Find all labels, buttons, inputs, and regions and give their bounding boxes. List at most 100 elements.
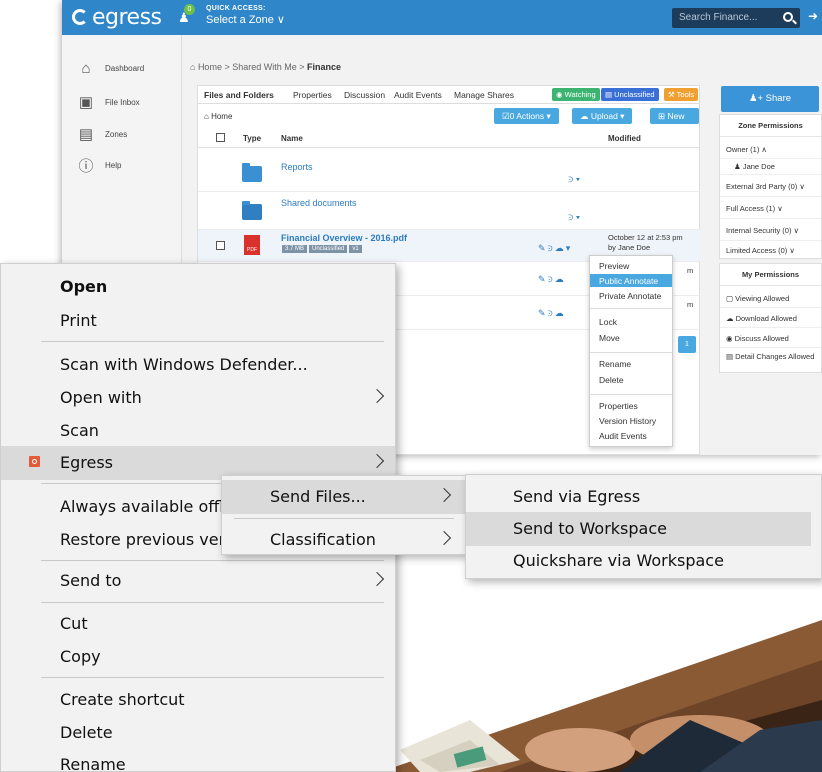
column-name: Name (281, 134, 303, 143)
zone-permissions: Zone Permissions Owner (1) ∧ ♟ Jane Doe … (719, 114, 822, 259)
row-actions[interactable]: ✎⪾☁ (538, 274, 566, 285)
egress-logo[interactable]: egress (72, 5, 162, 30)
menu-item-scan[interactable]: Scan (1, 414, 395, 448)
menu-item-preview[interactable]: Preview (590, 259, 672, 272)
chevron-right-icon (369, 571, 385, 587)
menu-item-create-shortcut[interactable]: Create shortcut (1, 683, 395, 717)
menu-divider (590, 352, 672, 353)
table-row[interactable]: Reports ⪾ ▾ (198, 156, 701, 192)
quick-access-select[interactable]: Select a Zone ∨ (206, 13, 285, 26)
tools-tag[interactable]: ⚒ Tools (664, 88, 699, 101)
select-all-checkbox[interactable] (216, 133, 225, 142)
share-button[interactable]: ♟+ Share (721, 86, 819, 112)
tab-properties[interactable]: Properties (293, 90, 332, 100)
permission-external[interactable]: External 3rd Party (0) ∨ (720, 175, 821, 197)
send-files-submenu: Send via Egress Send to Workspace Quicks… (465, 474, 822, 579)
table-row[interactable]: Shared documents ⪾ ▾ (198, 192, 701, 230)
menu-divider (41, 677, 384, 678)
watching-tag[interactable]: ◉ Watching (552, 88, 600, 101)
sidebar-item-file-inbox[interactable]: ▣ File Inbox (77, 93, 140, 115)
tab-manage-shares[interactable]: Manage Shares (454, 90, 514, 100)
shared-folder-icon (242, 201, 262, 220)
chevron-right-icon (436, 487, 452, 503)
search-input[interactable]: Search Finance... (672, 8, 800, 28)
menu-item-audit-events[interactable]: Audit Events (590, 429, 672, 442)
menu-divider (41, 602, 384, 603)
toolbar: ⌂ Home ☑0 Actions ▾ ☁ Upload ▾ ⊞ New ▾ (198, 104, 699, 132)
permission-limited-access[interactable]: Limited Access (0) ∨ (720, 241, 821, 260)
file-name[interactable]: Shared documents (281, 198, 357, 208)
page-1-button[interactable]: 1 (678, 336, 696, 353)
menu-item-private-annotate[interactable]: Private Annotate (590, 289, 672, 302)
menu-item-copy[interactable]: Copy (1, 640, 395, 674)
menu-divider (590, 394, 672, 395)
permission-user: ♟ Jane Doe (720, 159, 821, 175)
menu-item-quickshare-via-workspace[interactable]: Quickshare via Workspace (466, 544, 811, 578)
menu-item-send-via-egress[interactable]: Send via Egress (466, 480, 811, 514)
sidebar-item-help[interactable]: ⓘ Help (77, 155, 121, 177)
egress-submenu: Send Files... Classification (221, 475, 466, 555)
classification-tag[interactable]: ▤ Unclassified (601, 88, 659, 101)
menu-divider (234, 518, 454, 519)
info-icon: ⓘ (78, 158, 94, 175)
menu-item-send-to-workspace[interactable]: Send to Workspace (466, 512, 811, 546)
menu-item-send-files[interactable]: Send Files... (222, 480, 465, 514)
home-link[interactable]: ⌂ Home (204, 112, 232, 121)
permission-internal-security[interactable]: Internal Security (0) ∨ (720, 219, 821, 241)
viewing-allowed: ▢ Viewing Allowed (720, 288, 821, 308)
folder-icon (242, 163, 262, 182)
search-icon[interactable] (783, 12, 793, 22)
briefcase-icon: ▤ (78, 126, 94, 143)
menu-item-lock[interactable]: Lock (590, 315, 672, 328)
my-permissions-title: My Permissions (720, 264, 821, 286)
menu-item-scan-defender[interactable]: Scan with Windows Defender... (1, 348, 395, 382)
menu-item-rename[interactable]: Rename (1, 748, 395, 771)
menu-item-classification[interactable]: Classification (222, 523, 465, 553)
breadcrumb: ⌂ Home > Shared With Me > Finance (190, 62, 341, 72)
share-icon[interactable]: ⪾ ▾ (568, 174, 580, 185)
share-icon[interactable]: ⪾ ▾ (568, 212, 580, 223)
row-actions[interactable]: ✎⪾☁ (538, 308, 566, 319)
menu-divider (41, 560, 384, 561)
menu-item-public-annotate[interactable]: Public Annotate (590, 274, 672, 287)
column-type: Type (243, 134, 262, 143)
actions-button[interactable]: ☑0 Actions ▾ (494, 108, 559, 124)
file-badges: 3.7 MB Unclassified v1 (282, 245, 364, 253)
tab-audit-events[interactable]: Audit Events (394, 90, 442, 100)
discuss-allowed: ◉ Discuss Allowed (720, 328, 821, 348)
pdf-icon: PDF (244, 235, 260, 255)
menu-item-delete[interactable]: Delete (1, 716, 395, 750)
row-actions[interactable]: ✎⪾☁▾ (538, 243, 572, 254)
menu-item-open-with[interactable]: Open with (1, 381, 395, 415)
permission-owner[interactable]: Owner (1) ∧ (720, 139, 821, 159)
tab-discussion[interactable]: Discussion (344, 90, 385, 100)
menu-item-open[interactable]: Open (1, 270, 395, 304)
menu-item-delete[interactable]: Delete (590, 373, 672, 386)
logout-icon[interactable]: ➜ (808, 9, 818, 23)
upload-button[interactable]: ☁ Upload ▾ (572, 108, 633, 124)
chevron-right-icon (369, 388, 385, 404)
menu-item-move[interactable]: Move (590, 331, 672, 344)
quick-access[interactable]: QUICK ACCESS: Select a Zone ∨ (206, 5, 285, 26)
tab-files-and-folders[interactable]: Files and Folders (204, 90, 274, 100)
menu-item-print[interactable]: Print (1, 304, 395, 338)
menu-item-rename[interactable]: Rename (590, 357, 672, 370)
menu-item-cut[interactable]: Cut (1, 607, 395, 641)
menu-divider (590, 308, 672, 309)
table-header: Type Name Modified (198, 128, 699, 148)
row-checkbox[interactable] (216, 241, 225, 250)
menu-item-send-to[interactable]: Send to (1, 564, 395, 598)
sidebar-item-dashboard[interactable]: ⌂ Dashboard (77, 60, 144, 82)
file-name[interactable]: Financial Overview - 2016.pdf (281, 233, 407, 243)
quick-access-title: QUICK ACCESS: (206, 5, 266, 12)
quick-access-icon[interactable]: ♟ 0 (178, 4, 195, 25)
tab-bar: Files and Folders Properties Discussion … (198, 86, 699, 104)
permission-full-access[interactable]: Full Access (1) ∨ (720, 197, 821, 219)
menu-item-properties[interactable]: Properties (590, 399, 672, 412)
new-button[interactable]: ⊞ New ▾ (650, 108, 699, 132)
sidebar-item-zones[interactable]: ▤ Zones (77, 125, 127, 147)
file-name[interactable]: Reports (281, 162, 313, 172)
inbox-icon: ▣ (78, 94, 94, 111)
quick-access-count: 0 (184, 4, 195, 15)
menu-item-version-history[interactable]: Version History (590, 414, 672, 427)
